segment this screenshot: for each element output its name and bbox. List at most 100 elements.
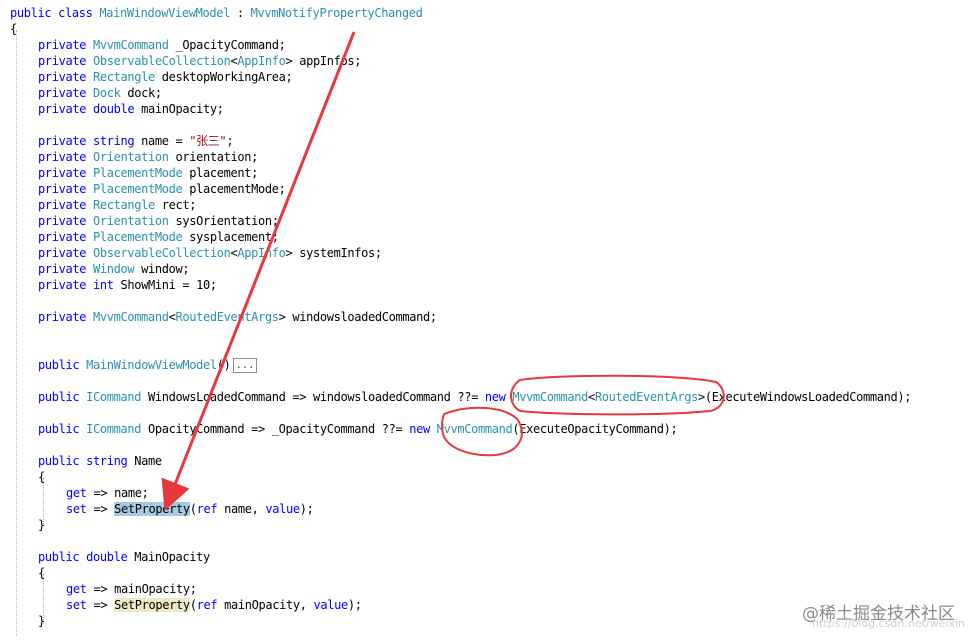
code-line: } xyxy=(38,613,45,629)
code-line: get => name; xyxy=(66,485,149,501)
code-line: private ObservableCollection<AppInfo> ap… xyxy=(38,53,361,69)
code-token: () xyxy=(216,358,231,372)
code-token: Rectangle xyxy=(93,198,155,212)
code-token: RoutedEventArgs xyxy=(594,390,698,404)
code-token: "张三" xyxy=(189,134,227,148)
code-token: MainOpacity xyxy=(134,550,210,564)
code-line: private Rectangle rect; xyxy=(38,197,196,213)
code-line: public double MainOpacity xyxy=(38,549,210,565)
code-token: Orientation xyxy=(93,150,169,164)
code-token: } xyxy=(38,614,45,628)
code-token: MvvmCommand xyxy=(93,310,169,324)
code-token: MainWindowViewModel xyxy=(99,6,230,20)
code-token: public double xyxy=(38,550,135,564)
code-line: public MainWindowViewModel()... xyxy=(38,357,258,373)
code-token: { xyxy=(38,566,45,580)
code-token: private xyxy=(38,54,93,68)
code-token: private xyxy=(38,310,93,324)
code-token: => name; xyxy=(86,486,149,500)
collapsed-region-button[interactable]: ... xyxy=(232,358,258,373)
code-token: private xyxy=(38,70,93,84)
code-line: public string Name xyxy=(38,453,162,469)
code-token: Orientation xyxy=(93,214,169,228)
code-token: } xyxy=(38,518,45,532)
code-token: MvvmCommand xyxy=(93,38,169,52)
code-token: ICommand xyxy=(86,422,142,436)
code-token: ShowMini = 10; xyxy=(120,278,218,292)
code-line: private MvvmCommand _OpacityCommand; xyxy=(38,37,286,53)
code-token: ObservableCollection xyxy=(93,246,231,260)
code-token: ref xyxy=(196,502,225,516)
code-token: OpacityCommand => _OpacityCommand ??= xyxy=(141,422,410,436)
code-token: private string xyxy=(38,134,142,148)
code-token: private xyxy=(38,214,93,228)
code-token: < xyxy=(587,390,595,404)
code-token: Window xyxy=(93,262,135,276)
code-token: AppInfo xyxy=(237,246,286,260)
code-token: value xyxy=(265,502,300,516)
code-line: get => mainOpacity; xyxy=(66,581,197,597)
code-token: private xyxy=(38,86,93,100)
indent-guide xyxy=(16,30,17,636)
code-line: private PlacementMode placementMode; xyxy=(38,181,286,197)
code-token: mainOpacity; xyxy=(141,102,224,116)
code-line: public ICommand OpacityCommand => _Opaci… xyxy=(38,421,678,437)
code-token: Name xyxy=(134,454,162,468)
code-token: sysplacement; xyxy=(182,230,279,244)
code-token: private xyxy=(38,38,93,52)
code-token: RoutedEventArgs xyxy=(175,310,279,324)
code-token: ); xyxy=(299,502,314,516)
code-token: private xyxy=(38,262,93,276)
code-token: SetProperty xyxy=(114,598,190,612)
code-line: private PlacementMode placement; xyxy=(38,165,258,181)
code-token: private xyxy=(38,166,93,180)
code-token: private int xyxy=(38,278,121,292)
code-token: placementMode; xyxy=(182,182,286,196)
code-token: get xyxy=(66,486,87,500)
code-token: MvvmCommand xyxy=(436,422,513,436)
code-editor[interactable]: public class MainWindowViewModel : MvvmN… xyxy=(0,0,973,640)
code-token: new xyxy=(484,390,513,404)
code-token: rect; xyxy=(154,198,197,212)
code-token: AppInfo xyxy=(237,54,286,68)
code-token: private xyxy=(38,230,93,244)
code-token: { xyxy=(10,22,17,36)
code-token: private xyxy=(38,182,93,196)
code-token: PlacementMode xyxy=(93,230,183,244)
code-line: private PlacementMode sysplacement; xyxy=(38,229,279,245)
code-token: (ExecuteOpacityCommand); xyxy=(512,422,678,436)
code-line: { xyxy=(38,469,45,485)
code-token: PlacementMode xyxy=(93,182,183,196)
code-token: MainWindowViewModel xyxy=(86,358,217,372)
code-token: set xyxy=(66,598,87,612)
code-token: ); xyxy=(347,598,362,612)
code-line: private double mainOpacity; xyxy=(38,101,224,117)
code-token: get xyxy=(66,582,87,596)
code-line: private Orientation sysOrientation; xyxy=(38,213,279,229)
code-line: } xyxy=(38,517,45,533)
code-line: { xyxy=(38,565,45,581)
code-token: ( xyxy=(189,502,197,516)
watermark-url: https://blog.csdn.net/weixin xyxy=(811,617,965,630)
code-line: private Window window; xyxy=(38,261,190,277)
code-token: ref xyxy=(196,598,225,612)
code-token: => xyxy=(86,598,115,612)
code-token: WindowsLoadedCommand => windowsloadedCom… xyxy=(141,390,485,404)
code-token: > appInfos; xyxy=(285,54,362,68)
code-token: _OpacityCommand; xyxy=(168,38,286,52)
code-line: private Rectangle desktopWorkingArea; xyxy=(38,69,293,85)
code-token: PlacementMode xyxy=(93,166,183,180)
code-token: >(ExecuteWindowsLoadedCommand); xyxy=(697,390,912,404)
code-token: Rectangle xyxy=(93,70,155,84)
code-token: MvvmCommand xyxy=(512,390,588,404)
code-token: MvvmNotifyPropertyChanged xyxy=(250,6,423,20)
code-token: private xyxy=(38,246,93,260)
code-token: mainOpacity, xyxy=(224,598,314,612)
code-line: public ICommand WindowsLoadedCommand => … xyxy=(38,389,911,405)
code-token: => xyxy=(86,502,115,516)
code-line: set => SetProperty(ref name, value); xyxy=(66,501,314,517)
code-line: public class MainWindowViewModel : MvvmN… xyxy=(10,5,423,21)
code-line: private MvvmCommand<RoutedEventArgs> win… xyxy=(38,309,437,325)
code-token: sysOrientation; xyxy=(168,214,279,228)
code-token: public xyxy=(38,422,87,436)
